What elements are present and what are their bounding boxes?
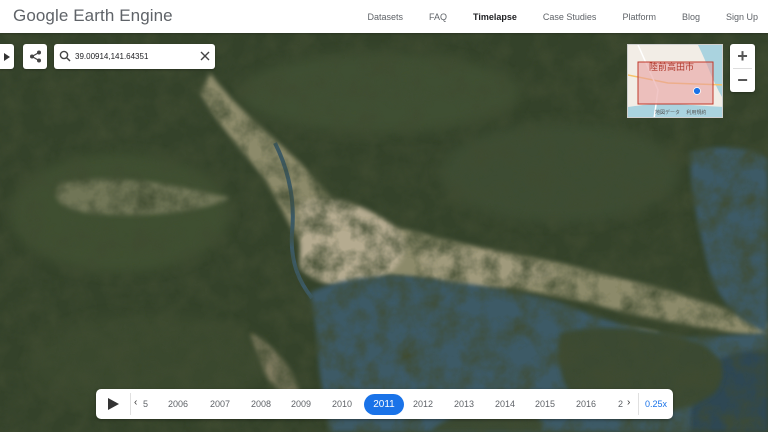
- nav-timelapse[interactable]: Timelapse: [473, 12, 517, 22]
- nav-blog[interactable]: Blog: [682, 12, 700, 22]
- share-icon: [29, 50, 41, 63]
- year-partial-prev[interactable]: 5: [143, 399, 148, 409]
- year-2011-selected[interactable]: 2011: [364, 394, 404, 415]
- search-icon: [59, 50, 71, 62]
- google-earth-engine-logo[interactable]: Google Earth Engine: [13, 6, 173, 26]
- terms-link[interactable]: 利用規約: [686, 110, 706, 116]
- year-2013[interactable]: 2013: [454, 399, 474, 409]
- timeline-separator: [638, 393, 639, 415]
- year-2007[interactable]: 2007: [210, 399, 230, 409]
- overview-minimap[interactable]: 陸前高田市 地図データ 利用規約: [627, 44, 723, 118]
- map-data-link[interactable]: 地図データ: [655, 110, 680, 116]
- side-panel-toggle[interactable]: [0, 44, 14, 69]
- play-icon: [107, 398, 119, 410]
- year-2006[interactable]: 2006: [168, 399, 188, 409]
- search-input[interactable]: [75, 48, 193, 65]
- zoom-in-button[interactable]: +: [730, 44, 755, 68]
- nav-platform[interactable]: Platform: [622, 12, 656, 22]
- year-2008[interactable]: 2008: [251, 399, 271, 409]
- chevron-right-icon: [4, 52, 10, 61]
- nav-faq[interactable]: FAQ: [429, 12, 447, 22]
- minimap-city-label: 陸前高田市: [649, 62, 695, 72]
- top-header: Google Earth Engine Datasets FAQ Timelap…: [0, 0, 768, 33]
- location-search: [54, 44, 215, 69]
- year-2014[interactable]: 2014: [495, 399, 515, 409]
- timelapse-timeline: ‹ 5 2006 2007 2008 2009 2010 2011 2012 2…: [96, 389, 673, 419]
- top-nav: Datasets FAQ Timelapse Case Studies Plat…: [342, 0, 759, 33]
- playback-speed[interactable]: 0.25x: [645, 399, 667, 409]
- nav-case-studies[interactable]: Case Studies: [543, 12, 597, 22]
- nav-sign-up[interactable]: Sign Up: [726, 12, 758, 22]
- year-2016[interactable]: 2016: [576, 399, 596, 409]
- chevron-right-icon[interactable]: ›: [627, 397, 630, 408]
- minimap-attribution: 地図データ 利用規約: [655, 109, 711, 116]
- share-button[interactable]: [23, 44, 47, 69]
- zoom-divider: [733, 68, 752, 69]
- timeline-separator: [130, 393, 131, 415]
- year-2009[interactable]: 2009: [291, 399, 311, 409]
- year-2015[interactable]: 2015: [535, 399, 555, 409]
- play-button[interactable]: [106, 397, 120, 411]
- year-2012[interactable]: 2012: [413, 399, 433, 409]
- chevron-left-icon[interactable]: ‹: [134, 397, 137, 408]
- close-icon[interactable]: [200, 51, 210, 61]
- year-2010[interactable]: 2010: [332, 399, 352, 409]
- nav-datasets[interactable]: Datasets: [368, 12, 404, 22]
- zoom-out-button[interactable]: −: [730, 68, 755, 92]
- minimap-graphic: [628, 45, 722, 117]
- year-partial-next[interactable]: 2: [618, 399, 623, 409]
- zoom-control: + −: [730, 44, 755, 92]
